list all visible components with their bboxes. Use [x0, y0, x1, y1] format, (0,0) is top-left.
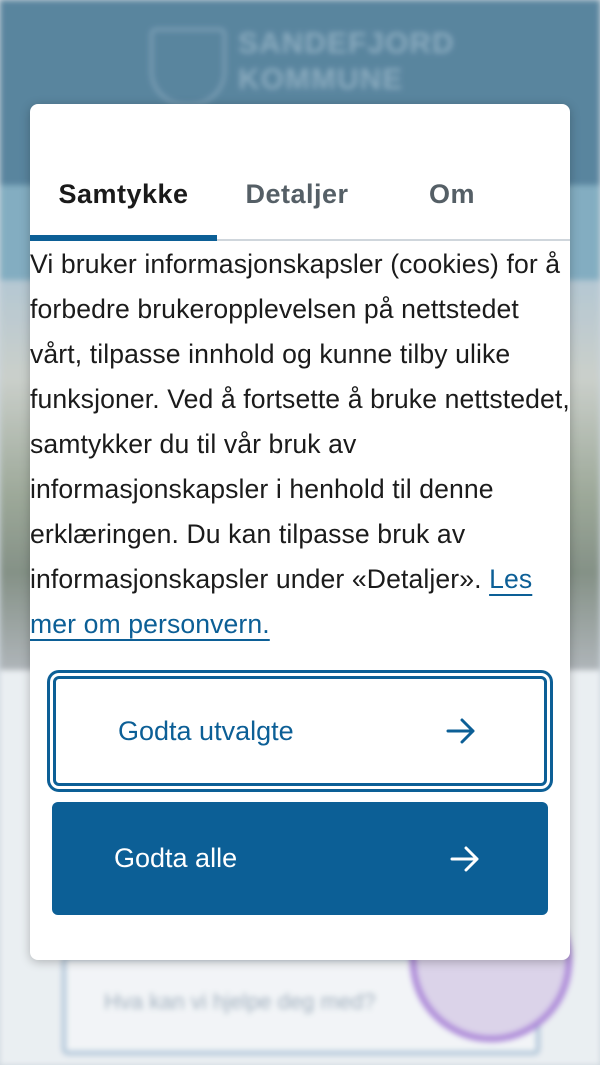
- cookie-consent-dialog: Samtykke Detaljer Om Vi bruker informasj…: [30, 104, 570, 960]
- accept-selected-button[interactable]: Godta utvalgte: [53, 676, 547, 786]
- tab-om[interactable]: Om: [377, 152, 527, 239]
- tab-detaljer[interactable]: Detaljer: [217, 152, 377, 239]
- tab-samtykke[interactable]: Samtykke: [30, 152, 217, 239]
- arrow-right-icon: [450, 846, 479, 871]
- accept-all-label: Godta alle: [114, 843, 238, 873]
- accept-all-button[interactable]: Godta alle: [52, 802, 548, 915]
- consent-tabs: Samtykke Detaljer Om: [30, 152, 570, 241]
- accept-selected-label: Godta utvalgte: [118, 715, 294, 746]
- consent-body: Vi bruker informasjonskapsler (cookies) …: [30, 249, 570, 594]
- arrow-right-icon: [446, 718, 475, 744]
- active-tab-indicator: [30, 235, 217, 241]
- consent-description: Vi bruker informasjonskapsler (cookies) …: [30, 242, 570, 647]
